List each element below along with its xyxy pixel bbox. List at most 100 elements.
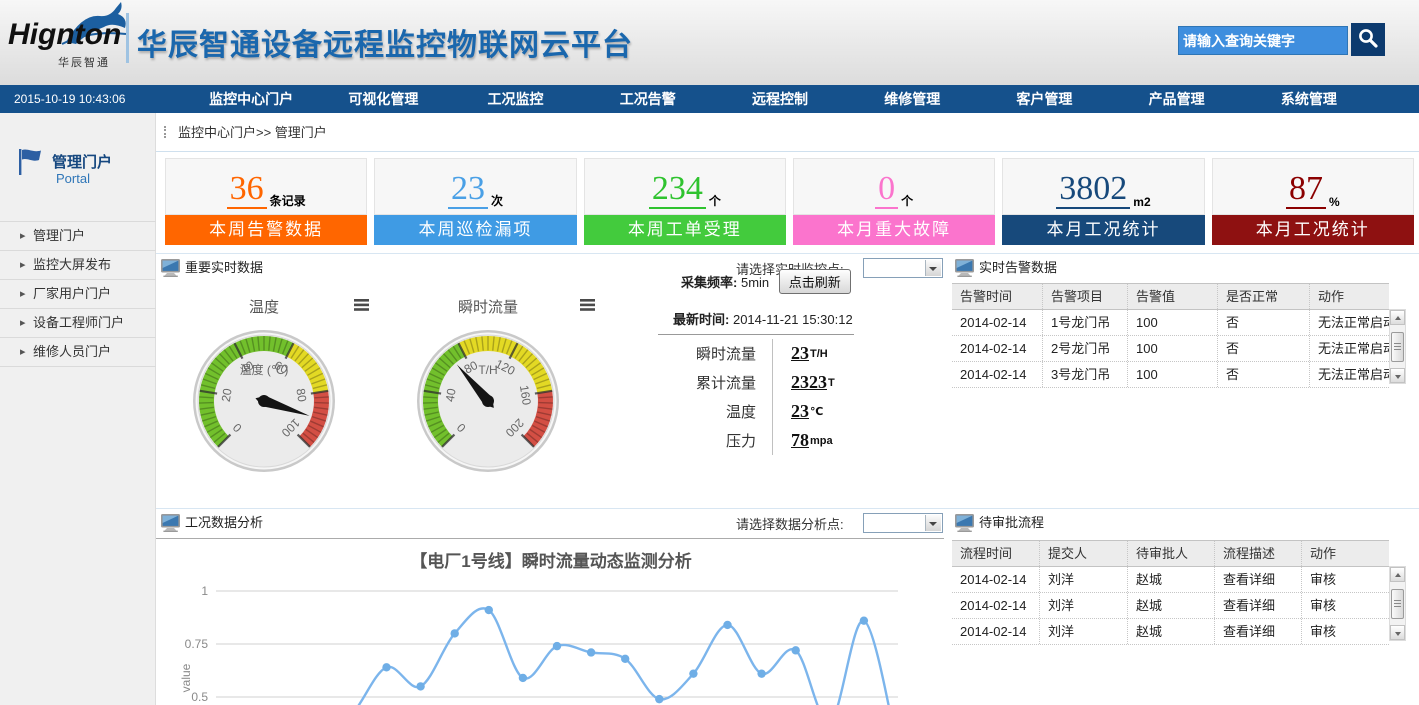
stat-card-label[interactable]: 本周巡检漏项 (374, 215, 576, 245)
metric-row: 瞬时流量23T/H (656, 339, 946, 368)
temperature-gauge: 020406080100温度 (℃) (189, 326, 339, 476)
nav-item[interactable]: 工况监控 (449, 85, 581, 113)
nav-item[interactable]: 可视化管理 (317, 85, 449, 113)
table-cell: 查看详细 (1215, 593, 1302, 618)
table-header-cell: 待审批人 (1128, 541, 1215, 566)
metric-number[interactable]: 23 (791, 343, 809, 364)
stat-card[interactable]: 234个本周工单受理 (584, 158, 786, 245)
scroll-up-icon[interactable] (1390, 310, 1405, 325)
realtime-section-header: 重要实时数据 (158, 255, 658, 283)
stat-card[interactable]: 0个本月重大故障 (793, 158, 995, 245)
stat-card-value[interactable]: 36 (227, 175, 267, 209)
metric-label: 累计流量 (656, 372, 756, 393)
arrow-right-icon: ▸ (20, 309, 26, 337)
metric-number[interactable]: 23 (791, 401, 809, 422)
scrollbar-thumb[interactable] (1391, 589, 1404, 619)
sidebar-item[interactable]: ▸管理门户 (0, 221, 156, 250)
sidebar-item[interactable]: ▸设备工程师门户 (0, 308, 156, 337)
metric-row: 压力78mpa (656, 426, 946, 455)
table-action-cell[interactable]: 审核 (1302, 567, 1389, 592)
metric-value[interactable]: 78mpa (772, 426, 833, 455)
metric-value[interactable]: 2323T (772, 368, 835, 397)
chevron-down-icon[interactable] (925, 260, 941, 276)
sidebar: 管理门户 Portal ▸管理门户▸监控大屏发布▸厂家用户门户▸设备工程师门户▸… (0, 113, 156, 705)
sidebar-item[interactable]: ▸ 维修人员门户 (0, 337, 156, 367)
stat-card-value[interactable]: 0 (875, 175, 898, 209)
table-header-row: 流程时间提交人待审批人流程描述动作 (952, 540, 1389, 567)
table-scrollbar[interactable] (1389, 566, 1406, 641)
scroll-down-icon[interactable] (1390, 368, 1405, 383)
stat-card-label[interactable]: 本月工况统计 (1212, 215, 1414, 245)
stat-card-label[interactable]: 本周告警数据 (165, 215, 367, 245)
brand-logo[interactable]: Hignton (8, 18, 121, 52)
table-cell: 赵城 (1128, 567, 1215, 592)
search-button[interactable] (1351, 23, 1385, 56)
stat-card-value[interactable]: 23 (448, 175, 488, 209)
arrow-right-icon: ▸ (20, 338, 26, 366)
page-header: Hignton 华辰智通 华辰智通设备远程监控物联网云平台 (0, 0, 1419, 85)
monitor-point-select[interactable] (863, 258, 943, 278)
refresh-button[interactable]: 点击刷新 (779, 269, 851, 294)
latest-time-label: 最新时间: (673, 312, 729, 327)
chart-title: 【电厂1号线】瞬时流量动态监测分析 (156, 547, 946, 572)
breadcrumb-icon (164, 126, 170, 138)
sidebar-item[interactable]: ▸厂家用户门户 (0, 279, 156, 308)
table-action-cell[interactable]: 无法正常启动 (1310, 310, 1389, 335)
search-input[interactable] (1178, 26, 1348, 55)
nav-item[interactable]: 监控中心门户 (185, 85, 317, 113)
sidebar-item[interactable]: ▸监控大屏发布 (0, 250, 156, 279)
stat-card-unit: 次 (491, 192, 503, 209)
svg-text:80: 80 (293, 387, 309, 403)
table-cell: 否 (1218, 310, 1310, 335)
nav-item[interactable]: 系统管理 (1243, 85, 1375, 113)
nav-item[interactable]: 维修管理 (846, 85, 978, 113)
sidebar-item-label: 维修人员门户 (33, 344, 111, 359)
table-scrollbar[interactable] (1389, 309, 1406, 384)
section-title: 工况数据分析 (185, 510, 263, 536)
table-cell: 否 (1218, 362, 1310, 387)
chart-menu-icon[interactable] (354, 299, 369, 311)
metric-number[interactable]: 2323 (791, 372, 827, 393)
alarm-section-header: 实时告警数据 (952, 255, 1252, 283)
stat-card[interactable]: 36条记录本周告警数据 (165, 158, 367, 245)
scroll-up-icon[interactable] (1390, 567, 1405, 582)
table-cell: 2号龙门吊 (1043, 336, 1128, 361)
scrollbar-thumb[interactable] (1391, 332, 1404, 362)
stat-card-label[interactable]: 本月工况统计 (1002, 215, 1204, 245)
table-cell: 刘洋 (1040, 619, 1128, 644)
stat-card-value[interactable]: 87 (1286, 175, 1326, 209)
scroll-down-icon[interactable] (1390, 625, 1405, 640)
stat-card-label[interactable]: 本月重大故障 (793, 215, 995, 245)
table-row: 2014-02-141号龙门吊100否无法正常启动 (952, 310, 1389, 336)
table-cell: 2014-02-14 (952, 593, 1040, 618)
divider (658, 334, 854, 335)
stat-card-value[interactable]: 234 (649, 175, 706, 209)
sidebar-item-label: 监控大屏发布 (33, 257, 111, 272)
metric-number[interactable]: 78 (791, 430, 809, 451)
table-action-cell[interactable]: 无法正常启动 (1310, 362, 1389, 387)
metric-label: 温度 (656, 401, 756, 422)
nav-item[interactable]: 工况告警 (582, 85, 714, 113)
table-action-cell[interactable]: 审核 (1302, 619, 1389, 644)
metric-value[interactable]: 23T/H (772, 339, 828, 368)
chart-menu-icon[interactable] (580, 299, 595, 311)
table-action-cell[interactable]: 无法正常启动 (1310, 336, 1389, 361)
table-action-cell[interactable]: 审核 (1302, 593, 1389, 618)
stat-card-value-area: 234个 (584, 158, 786, 215)
nav-item[interactable]: 客户管理 (978, 85, 1110, 113)
stat-card[interactable]: 23次本周巡检漏项 (374, 158, 576, 245)
stat-card-label[interactable]: 本周工单受理 (584, 215, 786, 245)
stat-card[interactable]: 87%本月工况统计 (1212, 158, 1414, 245)
metric-value[interactable]: 23℃ (772, 397, 823, 426)
nav-item[interactable]: 产品管理 (1111, 85, 1243, 113)
metric-unit: T/H (810, 348, 828, 360)
arrow-right-icon: ▸ (20, 280, 26, 308)
chevron-down-icon[interactable] (925, 515, 941, 531)
nav-item[interactable]: 远程控制 (714, 85, 846, 113)
stat-card-value-area: 23次 (374, 158, 576, 215)
table-cell: 赵城 (1128, 593, 1215, 618)
analysis-point-select[interactable] (863, 513, 943, 533)
stat-card-value[interactable]: 3802 (1056, 175, 1130, 209)
table-cell: 100 (1128, 336, 1218, 361)
stat-card[interactable]: 3802m2本月工况统计 (1002, 158, 1204, 245)
